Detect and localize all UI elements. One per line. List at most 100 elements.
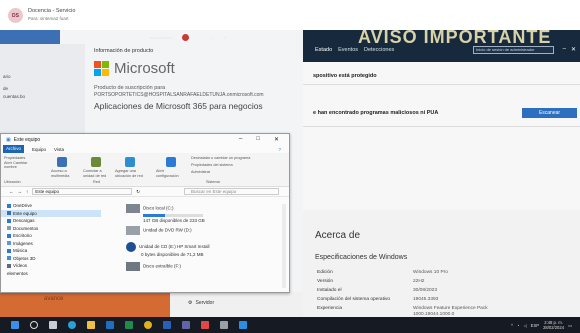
drives-list: Disco local (C:) 147 GB disponibles de 2… xyxy=(126,204,279,292)
profile-icon[interactable] xyxy=(182,33,190,41)
admin-login-field[interactable]: Inicio de sesión de administrador xyxy=(473,46,554,54)
app-icon[interactable] xyxy=(201,321,209,329)
refresh-icon[interactable]: ↻ xyxy=(136,189,140,195)
scrollbar[interactable] xyxy=(282,204,286,288)
ribbon-settings[interactable]: Abrir configuración xyxy=(156,169,186,178)
clock[interactable]: 2:48 p. m. 28/02/2024 xyxy=(543,320,564,330)
spec-value: 22H2 xyxy=(413,279,425,284)
minimize-icon[interactable]: – xyxy=(563,46,566,53)
email-header: DS Docencia - Servicio Para: sintema2 fu… xyxy=(0,0,580,30)
chrome-icon[interactable] xyxy=(144,321,152,329)
drive-c[interactable]: Disco local (C:) 147 GB disponibles de 2… xyxy=(126,204,205,223)
maximize-icon[interactable]: □ xyxy=(256,136,260,143)
nav-item-escritorio[interactable]: Escritorio xyxy=(1,232,101,240)
edge-icon[interactable] xyxy=(68,321,76,329)
item-count: elementos xyxy=(1,270,101,278)
ribbon-uninstall[interactable]: Desinstalar o cambiar un programa xyxy=(191,156,281,161)
app-icon[interactable] xyxy=(239,321,247,329)
minimize-icon[interactable]: – xyxy=(199,35,201,40)
spec-label: Compilación del sistema operativo xyxy=(317,297,391,302)
tab-equipo[interactable]: Equipo xyxy=(32,147,46,152)
drive-name: Disco local (C:) xyxy=(143,205,174,211)
nav-label: Objetos 3D xyxy=(13,255,36,261)
ribbon: Propiedades Abrir Cambiar nombre Acceso … xyxy=(1,153,289,187)
ribbon-system-properties[interactable]: Propiedades del sistema xyxy=(191,163,281,168)
server-item[interactable]: ⚙ Servidor xyxy=(188,300,214,306)
close-icon[interactable]: ✕ xyxy=(571,46,576,53)
clock-date: 28/02/2024 xyxy=(543,325,565,330)
signin-label[interactable]: Inicia sesion xyxy=(150,35,172,40)
outlook-icon[interactable] xyxy=(106,321,114,329)
bottom-strip: avance ⚙ Servidor xyxy=(0,292,303,317)
email-sender[interactable]: Docencia - Servicio xyxy=(28,8,75,14)
drive-f[interactable]: Disco extraíble (F:) xyxy=(126,262,181,271)
scan-button[interactable]: Escanear xyxy=(522,108,577,118)
ribbon-add-location[interactable]: Agregar una ubicación de red xyxy=(115,169,149,178)
nav-item-objetos-3d[interactable]: Objetos 3D xyxy=(1,255,101,263)
nav-label: Vídeos xyxy=(13,263,28,269)
tab-estado[interactable]: Estado xyxy=(315,47,332,53)
about-window: Acerca de Especificaciones de Windows Ed… xyxy=(303,210,580,317)
minimize-icon[interactable]: – xyxy=(239,136,242,143)
language-indicator[interactable]: ESP xyxy=(531,323,539,328)
nav-item-imagenes[interactable]: Imágenes xyxy=(1,240,101,248)
group-ubicacion: Ubicación xyxy=(4,180,21,184)
computer-icon: ▣ xyxy=(6,136,11,143)
tab-eventos[interactable]: Eventos xyxy=(338,47,358,53)
sidebar-text: de xyxy=(3,86,9,91)
tab-vista[interactable]: Vista xyxy=(54,147,64,152)
nav-label: elementos xyxy=(7,270,28,276)
subscription-label: Producto de suscripción para xyxy=(94,85,166,91)
drive-detail: 147 GB disponibles de 233 GB xyxy=(143,218,205,223)
file-explorer-window: ▣ Este equipo – □ ✕ Archivo Equipo Vista… xyxy=(0,133,290,293)
search-input[interactable]: Buscar en Este equipo xyxy=(184,188,280,195)
settings-icon[interactable] xyxy=(220,321,228,329)
address-bar[interactable]: Este equipo xyxy=(32,188,133,195)
orange-banner: avance xyxy=(0,292,170,317)
nav-item-documentos[interactable]: Documentos xyxy=(1,225,101,233)
notifications-icon[interactable]: ▭ xyxy=(568,323,572,328)
nav-label: Música xyxy=(13,248,28,254)
network-icon[interactable]: ◔ xyxy=(517,323,520,328)
group-sistema: Sistema xyxy=(206,180,220,184)
ribbon-map-drive[interactable]: Conectar a unidad de red xyxy=(83,169,111,178)
ribbon-media[interactable]: Acceso a multimedia xyxy=(51,169,75,178)
windows-start-icon[interactable] xyxy=(11,321,19,329)
task-view-icon[interactable] xyxy=(49,321,57,329)
volume-icon[interactable]: ◁ xyxy=(523,323,526,328)
nav-item-musica[interactable]: Música xyxy=(1,247,101,255)
excel-icon[interactable] xyxy=(125,321,133,329)
ribbon-properties[interactable]: Propiedades Abrir Cambiar nombre xyxy=(4,156,34,170)
email-recipient: Para: sintema2 fuart xyxy=(28,16,69,21)
drive-name: Unidad de CD (E:) HP Smart Install xyxy=(139,244,210,250)
close-icon[interactable]: ✕ xyxy=(274,136,279,143)
avatar: DS xyxy=(8,8,23,23)
tab-detecciones[interactable]: Detecciones xyxy=(364,47,394,53)
apps-label: Aplicaciones de Microsoft 365 para negoc… xyxy=(94,101,263,111)
taskbar: ^ ◔ ◁ ESP 2:48 p. m. 28/02/2024 ▭ xyxy=(0,317,580,333)
help-icon[interactable]: ? xyxy=(278,147,281,152)
nav-item-onedrive[interactable]: OneDrive xyxy=(1,202,101,210)
tab-archivo[interactable]: Archivo xyxy=(3,145,25,153)
product-info-label: Información de producto xyxy=(94,48,154,54)
ribbon-manage[interactable]: Administrar xyxy=(191,170,281,175)
drive-detail: 0 bytes disponibles de 71,2 MB xyxy=(141,252,204,257)
word-icon[interactable] xyxy=(163,321,171,329)
spec-value: 19045.3393 xyxy=(413,297,439,302)
drive-e[interactable]: Unidad de CD (E:) HP Smart Install 0 byt… xyxy=(126,242,209,257)
forward-icon[interactable]: → xyxy=(18,189,23,194)
search-icon[interactable] xyxy=(30,321,38,329)
drive-d[interactable]: Unidad de DVD RW (D:) xyxy=(126,226,192,235)
up-icon[interactable]: ↑ xyxy=(26,189,28,194)
nav-item-videos[interactable]: Vídeos xyxy=(1,262,101,270)
nav-item-este-equipo[interactable]: Este equipo xyxy=(1,209,101,217)
microsoft-logo-icon xyxy=(94,61,109,76)
file-explorer-icon[interactable] xyxy=(87,321,95,329)
teams-icon[interactable] xyxy=(182,321,190,329)
close-icon[interactable]: ✕ xyxy=(224,35,227,40)
maximize-icon[interactable]: □ xyxy=(211,35,213,40)
nav-item-descargas[interactable]: Descargas xyxy=(1,217,101,225)
removable-drive-icon xyxy=(126,262,140,271)
back-icon[interactable]: ← xyxy=(9,189,14,194)
chevron-up-icon[interactable]: ^ xyxy=(511,323,513,328)
